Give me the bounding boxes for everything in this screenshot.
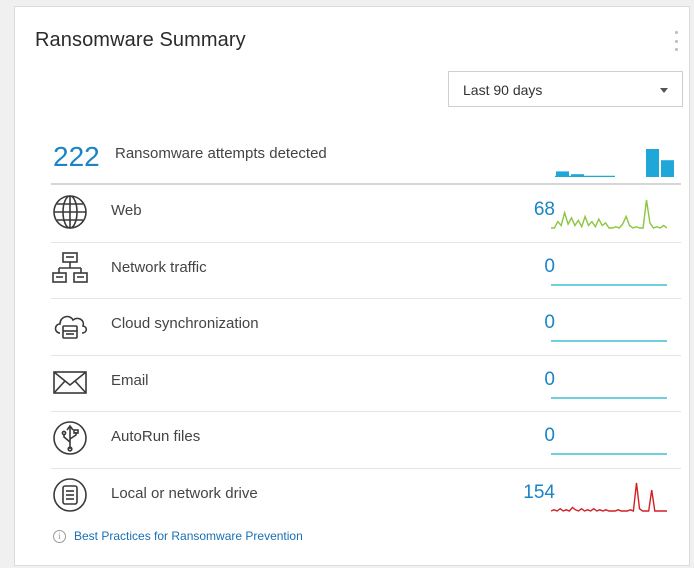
vector-label: Network traffic [111,258,207,276]
vector-label: AutoRun files [111,428,201,445]
vector-row-autorun[interactable]: AutoRun files 0 [51,411,681,467]
vector-trend-chart [551,482,667,512]
usb-icon [51,419,89,457]
vector-row-email[interactable]: Email 0 [51,355,681,411]
globe-icon [51,193,89,231]
best-practices-link-row[interactable]: i Best Practices for Ransomware Preventi… [53,529,303,543]
vector-trend-chart [551,199,667,229]
vector-trend-chart [551,453,667,455]
vector-trend-chart [551,283,667,286]
vector-trend-chart [551,340,667,342]
ransomware-summary-card: Ransomware Summary Last 90 days 222 Rans… [14,6,690,566]
vector-trend-line [551,199,667,229]
network-icon [51,250,89,288]
total-attempts-label: Ransomware attempts detected [115,145,327,162]
time-range-select[interactable]: Last 90 days [448,71,683,107]
vector-label: Web [111,202,142,219]
vector-trend-line [551,482,667,512]
vector-row-web[interactable]: Web 68 [51,185,681,241]
total-bar [646,149,659,177]
time-range-value: Last 90 days [463,82,543,98]
kebab-menu-icon[interactable] [673,31,679,51]
vector-trend-chart [551,396,667,399]
envelope-icon [51,363,89,401]
widget-title: Ransomware Summary [35,29,246,51]
total-mini-chart [555,149,674,177]
vector-row-cloud-sync[interactable]: Cloud synchronization 0 [51,298,681,354]
cloud-sync-icon [51,306,89,344]
total-attempts-count: 222 [53,141,100,172]
vector-row-network-traffic[interactable]: Network traffic 0 [51,242,681,298]
drive-icon [51,476,89,514]
vector-row-local-drive[interactable]: Local or network drive 154 [51,468,681,524]
vector-label: Cloud synchronization [111,315,259,332]
best-practices-link[interactable]: Best Practices for Ransomware Prevention [74,529,303,543]
caret-down-icon [660,88,668,93]
vector-label: Email [111,371,149,389]
info-icon: i [53,529,66,543]
total-bar [661,160,674,177]
vector-label: Local or network drive [111,484,258,502]
